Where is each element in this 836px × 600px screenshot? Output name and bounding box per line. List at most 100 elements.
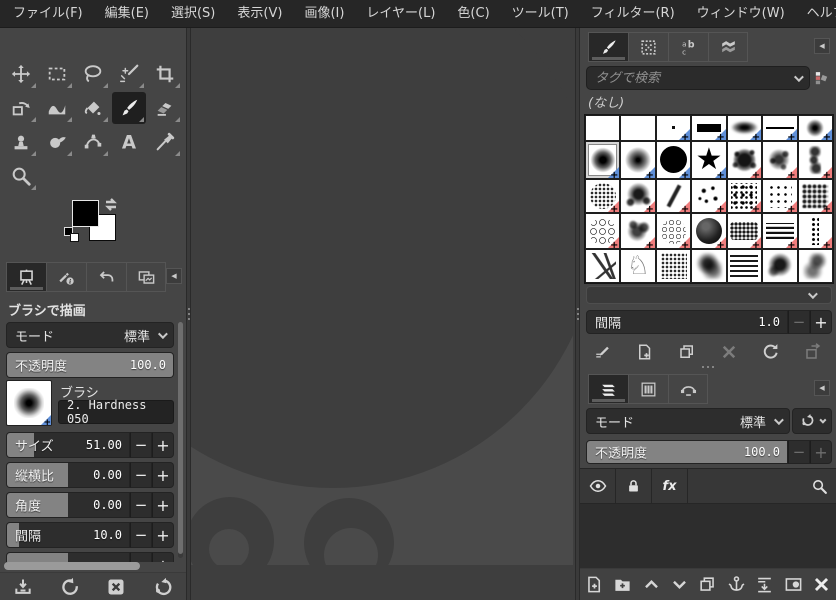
brush-cell[interactable]: + [763,180,796,213]
aspect-increase-button[interactable]: + [152,462,174,488]
brush-cell[interactable]: + [657,214,690,248]
brush-cell[interactable]: + [728,214,761,248]
splitter-handle-icon[interactable] [188,308,190,320]
brush-cell[interactable]: + [763,116,796,140]
hardness-slider-clipped[interactable]: − + [6,552,174,562]
delete-layer-button[interactable] [809,573,835,597]
brush-cell[interactable] [621,116,654,140]
tool-options-collapse-button[interactable]: ◀ [166,268,182,284]
tool-smudge-button[interactable] [40,126,74,158]
size-increase-button[interactable]: + [152,432,174,458]
brush-cell[interactable] [692,250,725,282]
menubar-item[interactable]: 画像(I) [293,0,355,27]
tool-color-picker-button[interactable] [148,126,182,158]
brush-cell[interactable]: + [799,180,832,213]
brush-cell[interactable]: + [621,180,654,213]
tool-paths-button[interactable] [76,126,110,158]
new-layer-group-button[interactable] [610,573,636,597]
tool-fuzzy-select-button[interactable] [112,58,146,90]
brush-cell[interactable]: + [692,180,725,213]
brush-cell[interactable]: + [657,142,690,178]
layer-list[interactable] [580,504,836,568]
layer-visibility-column[interactable] [580,469,616,503]
blend-space-switch-button[interactable] [792,408,832,434]
brush-cell[interactable]: ♘ [621,250,654,282]
brush-cell[interactable]: + [728,142,761,178]
brushes-spacing-increase-button[interactable]: + [810,310,832,334]
brush-list-expander[interactable] [586,286,832,304]
tool-gradient-button[interactable] [40,92,74,124]
brush-name-field[interactable]: 2. Hardness 050 [58,400,174,424]
brush-cell[interactable]: + [586,180,619,213]
tab-brushes[interactable] [588,32,628,62]
brush-cell[interactable]: + [799,142,832,178]
aspect-ratio-slider[interactable]: 縦横比 0.00 [6,462,130,488]
tool-clone-button[interactable] [4,126,38,158]
brush-cell[interactable] [728,250,761,282]
brush-cell[interactable]: + [728,116,761,140]
refresh-brushes-button[interactable] [758,340,784,364]
brush-cell[interactable] [586,116,619,140]
merge-down-button[interactable] [752,573,778,597]
brush-editor-icon[interactable] [810,66,832,90]
menubar-item[interactable]: 選択(S) [160,0,226,27]
layer-opacity-increase-button[interactable]: + [810,440,832,464]
tool-eraser-button[interactable] [148,92,182,124]
brush-cell[interactable]: + [763,142,796,178]
lower-layer-button[interactable] [667,573,693,597]
brushes-spacing-decrease-button[interactable]: − [788,310,810,334]
chevron-down-icon[interactable] [794,72,804,82]
swap-colors-icon[interactable] [103,198,119,212]
tool-crop-button[interactable] [148,58,182,90]
open-brush-as-image-button[interactable] [800,340,826,364]
add-layer-mask-button[interactable] [780,573,806,597]
layer-lock-column[interactable] [616,469,652,503]
new-layer-button[interactable] [581,573,607,597]
save-tool-preset-button[interactable] [10,575,36,599]
size-decrease-button[interactable]: − [130,432,152,458]
tab-gradients[interactable] [708,32,748,62]
brush-cell[interactable]: ★+ [692,142,725,178]
brush-cell[interactable]: + [657,116,690,140]
tool-bucket-fill-button[interactable] [76,92,110,124]
brush-cell[interactable] [657,250,690,282]
brush-size-slider[interactable]: サイズ 51.00 [6,432,130,458]
brush-cell[interactable] [586,250,619,282]
delete-tool-preset-button[interactable] [103,575,129,599]
duplicate-layer-button[interactable] [695,573,721,597]
layer-effects-column[interactable]: fx [652,469,688,503]
edit-brush-button[interactable] [590,340,616,364]
brushes-dock-collapse-button[interactable]: ◀ [814,38,830,54]
brush-cell[interactable]: + [692,214,725,248]
menubar-item[interactable]: レイヤー(L) [355,0,446,27]
angle-slider[interactable]: 角度 0.00 [6,492,130,518]
tool-options-vscrollbar[interactable] [178,322,183,558]
raise-layer-button[interactable] [638,573,664,597]
dock-resize-handle[interactable] [702,366,714,368]
brush-cell[interactable]: + [799,214,832,248]
layer-mode-dropdown[interactable]: モード 標準 [586,408,790,434]
tab-images[interactable] [126,262,166,292]
layer-search-column[interactable] [688,469,836,503]
menubar-item[interactable]: 色(C) [446,0,500,27]
tool-move-button[interactable] [4,58,38,90]
menubar-item[interactable]: ファイル(F) [2,0,94,27]
menubar-item[interactable]: ヘルプ(H) [796,0,836,27]
reset-tool-options-button[interactable] [150,575,176,599]
brush-cell[interactable]: + [763,214,796,248]
brush-cell[interactable]: + [621,142,654,178]
delete-brush-button[interactable] [716,340,742,364]
brush-spacing-slider[interactable]: 間隔 10.0 [6,522,130,548]
brush-cell[interactable]: + [657,180,690,213]
tab-tool-options[interactable] [6,262,46,292]
tool-transform-button[interactable] [4,92,38,124]
angle-increase-button[interactable]: + [152,492,174,518]
restore-tool-preset-button[interactable] [57,575,83,599]
tab-channels[interactable] [628,374,668,404]
tool-opacity-slider[interactable]: 不透明度 100.0 [6,352,174,378]
brush-cell[interactable] [763,250,796,282]
brush-cell[interactable]: + [621,214,654,248]
brush-cell[interactable]: + [728,180,761,213]
tab-patterns[interactable] [628,32,668,62]
brush-cell[interactable]: + [692,116,725,140]
